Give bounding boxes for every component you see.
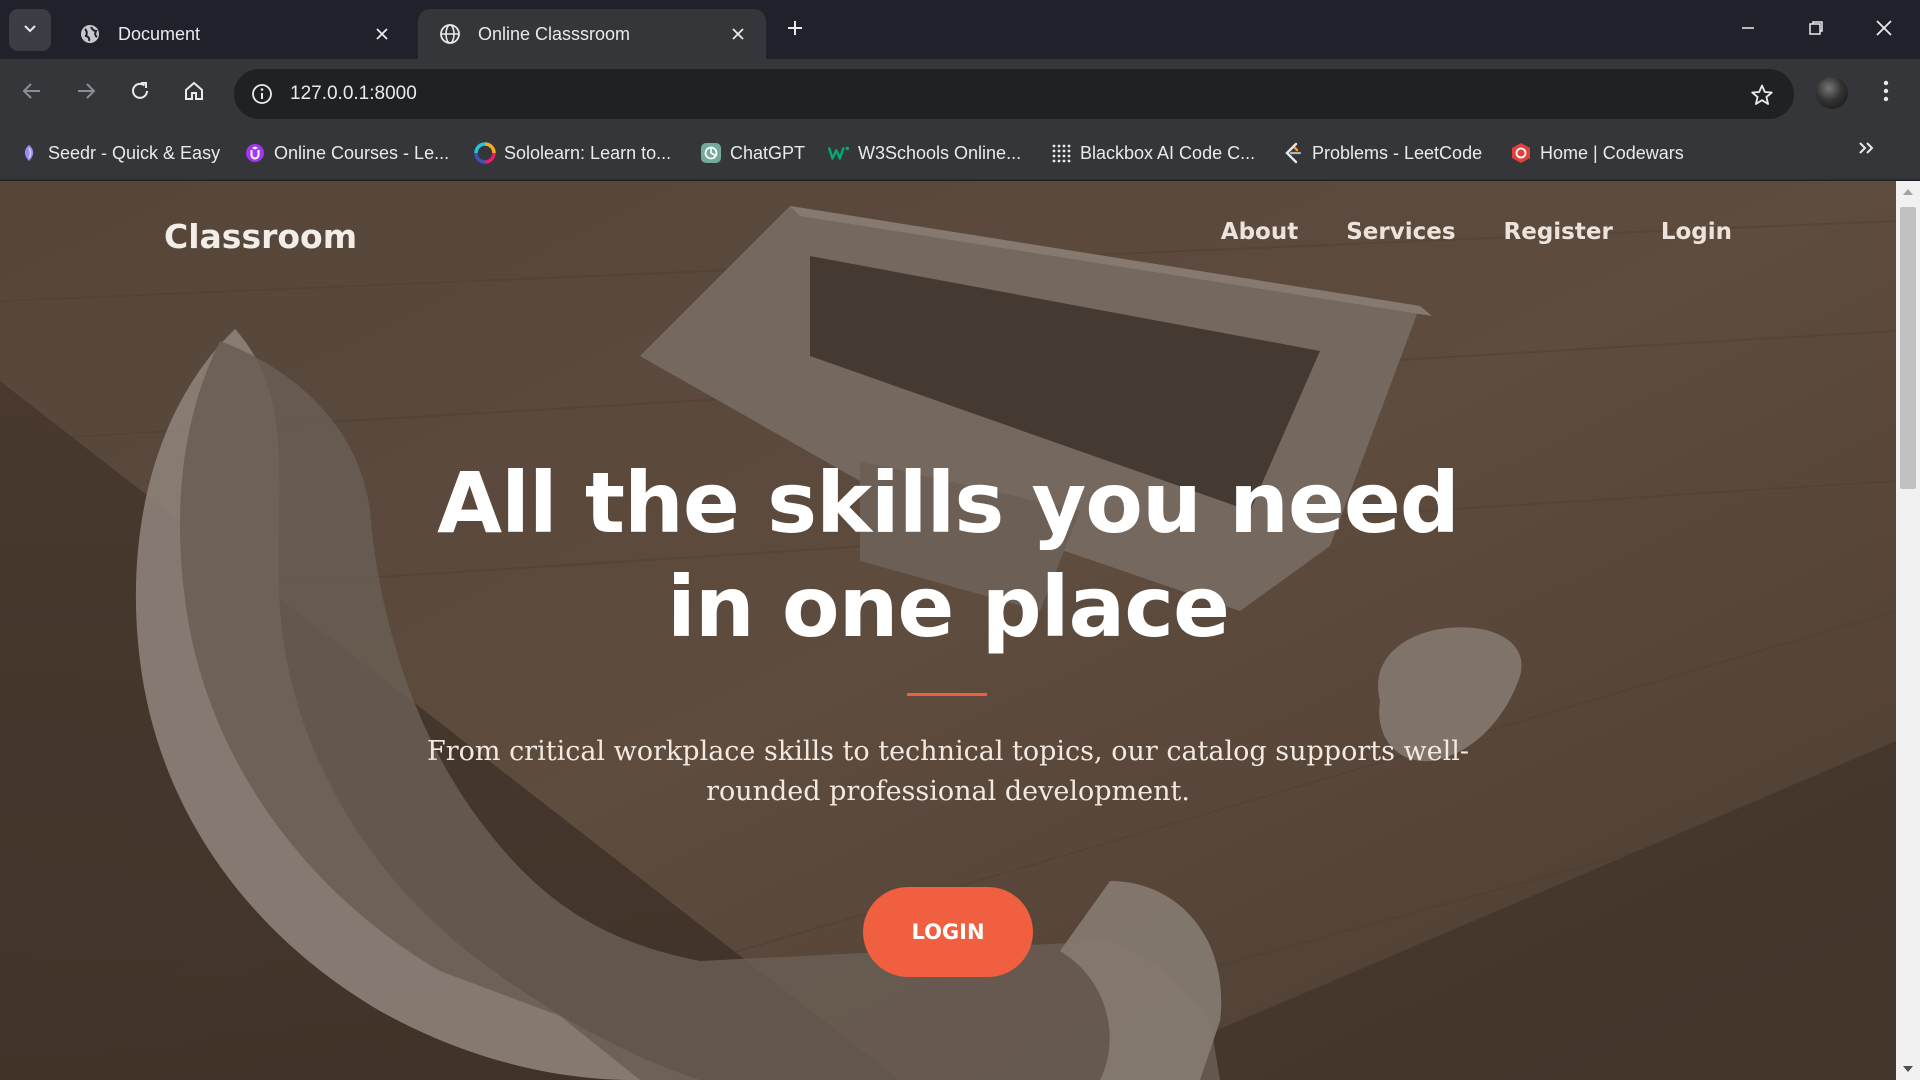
home-button[interactable] — [176, 75, 212, 111]
restore-button[interactable] — [1800, 14, 1832, 46]
bookmark-label: W3Schools Online... — [858, 142, 1022, 163]
bookmark-label: Sololearn: Learn to... — [504, 142, 672, 163]
info-icon[interactable] — [248, 80, 276, 108]
minimize-button[interactable] — [1732, 14, 1764, 46]
bookmark-blackbox[interactable]: Blackbox AI Code C... — [1050, 138, 1255, 168]
tab-search-button[interactable] — [9, 9, 51, 51]
page-viewport: Classroom About Services Register Login … — [0, 181, 1896, 1080]
close-tab-icon[interactable] — [370, 22, 394, 46]
reload-button[interactable] — [122, 75, 158, 111]
reload-icon — [129, 80, 151, 107]
arrow-right-icon — [75, 80, 97, 107]
hero-divider — [907, 693, 987, 696]
scroll-up-arrow-icon[interactable] — [1896, 181, 1920, 203]
back-button[interactable] — [14, 75, 50, 111]
seedr-icon — [18, 142, 40, 164]
main-nav: About Services Register Login — [1221, 219, 1732, 245]
scroll-down-arrow-icon[interactable] — [1896, 1058, 1920, 1080]
w3schools-icon — [828, 142, 850, 164]
leetcode-icon — [1282, 142, 1304, 164]
bookmark-label: Blackbox AI Code C... — [1080, 142, 1256, 163]
bookmark-w3schools[interactable]: W3Schools Online... — [828, 138, 1021, 168]
chatgpt-icon — [700, 142, 722, 164]
address-bar[interactable]: 127.0.0.1:8000 — [234, 69, 1794, 119]
codewars-icon — [1510, 142, 1532, 164]
bookmark-codewars[interactable]: Home | Codewars — [1510, 138, 1684, 168]
hero-subtitle: From critical workplace skills to techni… — [426, 736, 1470, 807]
tab-title: Document — [118, 23, 201, 44]
more-bookmarks-button[interactable] — [1852, 136, 1880, 164]
browser-toolbar: 127.0.0.1:8000 — [0, 59, 1920, 128]
bookmark-star-icon[interactable] — [1748, 81, 1776, 109]
tab-online-classroom[interactable]: Online Classsroom — [418, 9, 766, 59]
browser-menu-button[interactable] — [1872, 77, 1900, 109]
bookmark-label: Online Courses - Le... — [274, 142, 450, 163]
page-scrollbar[interactable] — [1896, 181, 1920, 1080]
blackbox-icon — [1050, 142, 1072, 164]
bookmark-label: ChatGPT — [730, 142, 806, 163]
bookmarks-bar: Seedr - Quick & Easy Online Courses - Le… — [0, 128, 1920, 180]
home-icon — [183, 80, 205, 107]
plus-icon — [786, 19, 804, 42]
bookmark-chatgpt[interactable]: ChatGPT — [700, 138, 805, 168]
tab-strip: Document Online Classsroom — [0, 0, 1920, 59]
close-window-button[interactable] — [1868, 14, 1900, 46]
arrow-left-icon — [21, 80, 43, 107]
tab-title: Online Classsroom — [478, 23, 631, 44]
chevron-down-icon — [22, 20, 38, 41]
bookmark-seedr[interactable]: Seedr - Quick & Easy — [18, 138, 220, 168]
nav-register[interactable]: Register — [1504, 219, 1613, 245]
globe-icon — [78, 22, 102, 46]
hero-login-button[interactable]: LOGIN — [863, 887, 1033, 977]
close-tab-icon[interactable] — [726, 22, 750, 46]
site-brand[interactable]: Classroom — [164, 217, 357, 256]
profile-avatar[interactable] — [1816, 77, 1848, 109]
bookmark-sololearn[interactable]: Sololearn: Learn to... — [474, 138, 671, 168]
scrollbar-thumb[interactable] — [1900, 207, 1916, 489]
tab-document[interactable]: Document — [58, 9, 410, 59]
sololearn-icon — [474, 142, 496, 164]
bookmark-label: Problems - LeetCode — [1312, 142, 1483, 163]
url-text[interactable]: 127.0.0.1:8000 — [290, 83, 417, 105]
bookmark-label: Seedr - Quick & Easy — [48, 142, 221, 163]
forward-button[interactable] — [68, 75, 104, 111]
new-tab-button[interactable] — [780, 15, 810, 45]
nav-login[interactable]: Login — [1661, 219, 1732, 245]
double-chevron-right-icon — [1857, 140, 1875, 161]
nav-services[interactable]: Services — [1346, 219, 1455, 245]
bookmark-label: Home | Codewars — [1540, 142, 1684, 163]
hero-title: All the skills you need in one place — [437, 454, 1460, 656]
nav-about[interactable]: About — [1221, 219, 1298, 245]
udemy-icon — [244, 142, 266, 164]
bookmark-udemy[interactable]: Online Courses - Le... — [244, 138, 449, 168]
close-icon — [1875, 19, 1893, 42]
restore-icon — [1808, 20, 1824, 41]
globe-icon — [438, 22, 462, 46]
minimize-icon — [1740, 20, 1756, 41]
bookmark-leetcode[interactable]: Problems - LeetCode — [1282, 138, 1482, 168]
more-vert-icon — [1883, 80, 1889, 107]
